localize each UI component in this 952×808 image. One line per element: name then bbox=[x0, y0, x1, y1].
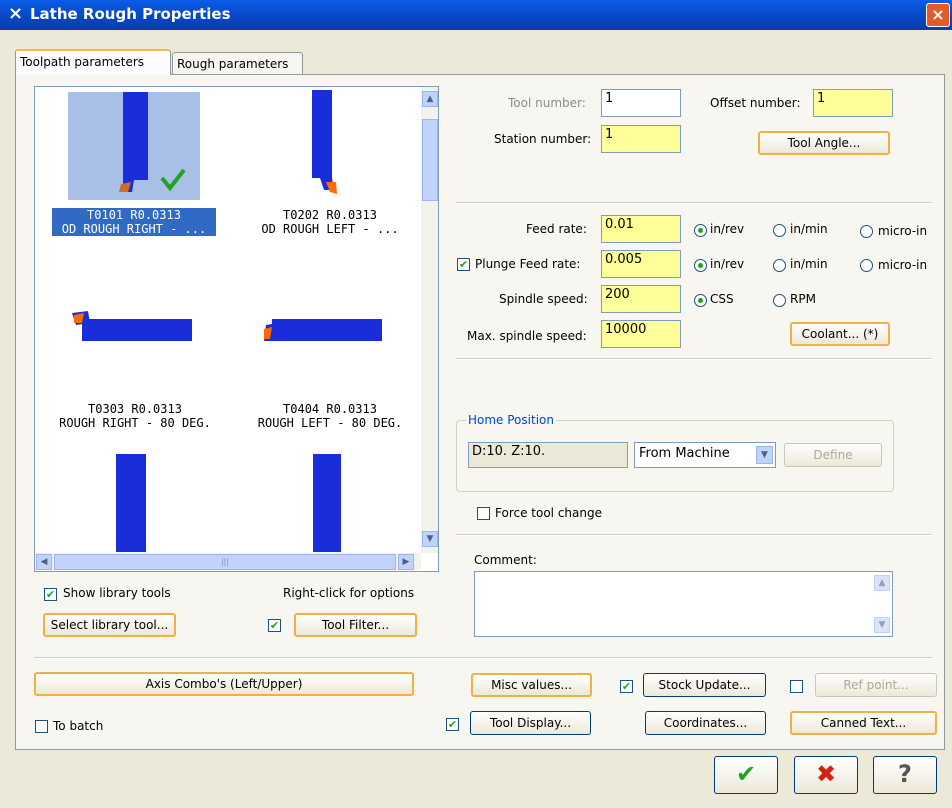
coolant-button[interactable]: Coolant... (*) bbox=[790, 322, 890, 346]
comment-label: Comment: bbox=[474, 553, 537, 567]
coordinates-button[interactable]: Coordinates... bbox=[645, 711, 766, 735]
offset-number-field[interactable]: 1 bbox=[813, 89, 893, 117]
stock-update-checkbox[interactable]: ✔ bbox=[620, 680, 633, 693]
plunge-micro-in-radio[interactable] bbox=[860, 259, 873, 272]
tool-label-t0101[interactable]: T0101 R0.0313 OD ROUGH RIGHT - ... bbox=[52, 208, 216, 236]
chevron-down-icon[interactable]: ▼ bbox=[756, 446, 773, 464]
home-source-select[interactable]: From Machine bbox=[634, 442, 776, 468]
station-number-field[interactable]: 1 bbox=[601, 125, 681, 153]
canned-text-button[interactable]: Canned Text... bbox=[790, 711, 937, 735]
feed-in-min-label: in/min bbox=[790, 222, 828, 236]
plunge-in-rev-label: in/rev bbox=[710, 257, 745, 271]
tool-filter-checkbox[interactable]: ✔ bbox=[268, 619, 281, 632]
tool-label-t0202[interactable]: T0202 R0.0313 OD ROUGH LEFT - ... bbox=[235, 208, 425, 236]
show-library-tools-label: Show library tools bbox=[63, 586, 171, 600]
tool-label-t0303[interactable]: T0303 R0.0313 ROUGH RIGHT - 80 DEG. bbox=[40, 402, 230, 430]
tool-image-t0606[interactable] bbox=[258, 452, 390, 552]
offset-number-label: Offset number: bbox=[710, 96, 801, 110]
feed-rate-field[interactable]: 0.01 bbox=[601, 215, 681, 243]
force-tool-change-checkbox[interactable] bbox=[477, 507, 490, 520]
hscroll-thumb[interactable]: ||| bbox=[54, 554, 396, 570]
tool-number-field[interactable]: 1 bbox=[601, 89, 681, 117]
plunge-in-min-radio[interactable] bbox=[773, 259, 786, 272]
vscroll-thumb[interactable] bbox=[422, 119, 438, 201]
to-batch-label: To batch bbox=[53, 719, 104, 733]
ref-point-button: Ref point... bbox=[815, 673, 937, 697]
tab-toolpath-parameters[interactable]: Toolpath parameters bbox=[15, 49, 171, 75]
plunge-feed-label: Plunge Feed rate: bbox=[475, 257, 581, 271]
home-position-field: D:10. Z:10. bbox=[468, 442, 628, 468]
feed-in-min-radio[interactable] bbox=[773, 224, 786, 237]
feed-in-rev-label: in/rev bbox=[710, 222, 745, 236]
spindle-speed-label: Spindle speed: bbox=[499, 292, 588, 306]
tool-display-button[interactable]: Tool Display... bbox=[470, 711, 591, 735]
show-library-tools-checkbox[interactable]: ✔ bbox=[44, 588, 57, 601]
scroll-down-button[interactable]: ▼ bbox=[422, 531, 438, 547]
tool-filter-button[interactable]: Tool Filter... bbox=[294, 613, 417, 637]
x-logo-icon: × bbox=[8, 3, 24, 24]
tool-number-label: Tool number: bbox=[508, 96, 586, 110]
css-radio[interactable] bbox=[694, 294, 707, 307]
tool-label-t0404[interactable]: T0404 R0.0313 ROUGH LEFT - 80 DEG. bbox=[235, 402, 425, 430]
home-position-label: Home Position bbox=[466, 413, 556, 427]
comment-scroll-up[interactable]: ▲ bbox=[874, 575, 890, 591]
feed-micro-in-radio[interactable] bbox=[860, 225, 873, 238]
station-number-label: Station number: bbox=[494, 132, 592, 146]
ok-button[interactable]: ✔ bbox=[714, 756, 778, 794]
plunge-in-min-label: in/min bbox=[790, 257, 828, 271]
css-label: CSS bbox=[710, 292, 734, 306]
axis-combo-button[interactable]: Axis Combo's (Left/Upper) bbox=[34, 672, 414, 696]
tool-image-t0101[interactable] bbox=[68, 92, 200, 200]
spindle-speed-field[interactable]: 200 bbox=[601, 285, 681, 313]
tool-image-t0505[interactable] bbox=[68, 452, 200, 552]
plunge-feed-field[interactable]: 0.005 bbox=[601, 250, 681, 278]
ref-point-checkbox[interactable] bbox=[790, 680, 803, 693]
divider bbox=[456, 202, 932, 204]
comment-field[interactable] bbox=[474, 571, 893, 637]
tool-image-t0202[interactable] bbox=[240, 90, 372, 200]
tool-image-t0303[interactable] bbox=[68, 305, 200, 345]
divider bbox=[456, 534, 932, 536]
cancel-button[interactable]: ✖ bbox=[794, 756, 858, 794]
scroll-right-button[interactable]: ▶ bbox=[398, 554, 414, 570]
rpm-label: RPM bbox=[790, 292, 816, 306]
close-button[interactable]: × bbox=[926, 3, 950, 27]
plunge-micro-in-label: micro-in bbox=[878, 258, 928, 272]
scroll-left-button[interactable]: ◀ bbox=[36, 554, 52, 570]
right-click-hint: Right-click for options bbox=[283, 586, 415, 600]
force-tool-change-label: Force tool change bbox=[495, 506, 602, 520]
tab-rough-parameters[interactable]: Rough parameters bbox=[172, 52, 303, 74]
window-title: Lathe Rough Properties bbox=[30, 5, 231, 23]
feed-micro-in-label: micro-in bbox=[878, 224, 928, 238]
divider bbox=[456, 358, 932, 360]
tool-display-checkbox[interactable]: ✔ bbox=[446, 718, 459, 731]
scroll-up-button[interactable]: ▲ bbox=[422, 91, 438, 107]
tool-image-t0404[interactable] bbox=[258, 305, 390, 345]
select-library-tool-button[interactable]: Select library tool... bbox=[43, 613, 176, 637]
help-button[interactable]: ? bbox=[873, 756, 937, 794]
divider bbox=[34, 657, 932, 659]
max-spindle-label: Max. spindle speed: bbox=[467, 329, 587, 343]
stock-update-button[interactable]: Stock Update... bbox=[643, 673, 766, 697]
home-source-value: From Machine bbox=[639, 446, 730, 461]
define-button: Define bbox=[784, 443, 882, 467]
misc-values-button[interactable]: Misc values... bbox=[471, 673, 592, 697]
max-spindle-field[interactable]: 10000 bbox=[601, 320, 681, 348]
feed-rate-label: Feed rate: bbox=[526, 222, 587, 236]
plunge-feed-checkbox[interactable]: ✔ bbox=[457, 258, 470, 271]
tool-angle-button[interactable]: Tool Angle... bbox=[758, 131, 890, 155]
comment-scroll-down[interactable]: ▼ bbox=[874, 617, 890, 633]
rpm-radio[interactable] bbox=[773, 294, 786, 307]
to-batch-checkbox[interactable] bbox=[35, 720, 48, 733]
plunge-in-rev-radio[interactable] bbox=[694, 259, 707, 272]
feed-in-rev-radio[interactable] bbox=[694, 224, 707, 237]
